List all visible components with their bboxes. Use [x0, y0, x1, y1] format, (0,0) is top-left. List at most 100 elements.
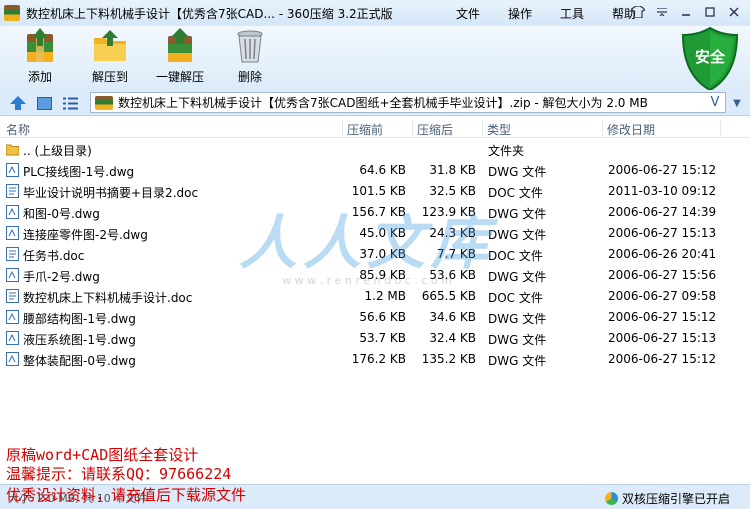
column-divider[interactable]: [412, 120, 413, 136]
file-packed-size: 34.6 KB: [429, 310, 476, 324]
folder-icon: [6, 144, 19, 156]
watermark-url: w w w . r e n r e n d o c . c o m: [282, 274, 452, 287]
title-bar: 数控机床上下料机械手设计【优秀含7张CAD... - 360压缩 3.2正式版 …: [0, 0, 750, 26]
dwg-file-icon: [6, 331, 19, 345]
file-name: .. (上级目录): [23, 144, 92, 158]
delete-button[interactable]: 删除: [218, 28, 282, 86]
security-label: 安全: [694, 48, 725, 66]
one-click-extract-icon: [168, 28, 192, 62]
add-button[interactable]: 添加: [8, 28, 72, 86]
trash-icon: [237, 30, 263, 63]
list-view-icon[interactable]: [62, 95, 78, 111]
add-label: 添加: [27, 70, 52, 84]
file-name: 和图-0号.dwg: [23, 207, 100, 221]
one-click-extract-button[interactable]: 一键解压: [148, 28, 212, 86]
dwg-file-icon: [6, 268, 19, 282]
column-packed[interactable]: 压缩后: [417, 121, 453, 138]
address-field[interactable]: 数控机床上下料机械手设计【优秀含7张CAD图纸+全套机械手毕业设计】.zip -…: [90, 92, 726, 113]
window-title: 数控机床上下料机械手设计【优秀含7张CAD... - 360压缩 3.2正式版: [26, 6, 393, 21]
file-size: 53.7 KB: [359, 331, 406, 345]
file-name: 任务书.doc: [23, 249, 85, 263]
doc-file-icon: [6, 247, 19, 261]
column-type[interactable]: 类型: [487, 121, 511, 138]
menu-file[interactable]: 文件: [442, 5, 494, 22]
add-archive-icon: [27, 28, 53, 62]
dwg-file-icon: [6, 205, 19, 219]
file-name: PLC接线图-1号.dwg: [23, 165, 135, 179]
menu-tools[interactable]: 工具: [546, 5, 598, 22]
file-name: 腰部结构图-1号.dwg: [23, 312, 136, 326]
file-size: 56.6 KB: [359, 310, 406, 324]
column-divider[interactable]: [720, 120, 721, 136]
file-packed-size: 135.2 KB: [421, 352, 476, 366]
dual-core-status: 双核压缩引擎已开启: [604, 490, 730, 507]
column-name[interactable]: 名称: [6, 121, 30, 138]
file-list-header: 名称 压缩前 压缩后 类型 修改日期: [0, 118, 750, 138]
file-size: 64.6 KB: [359, 163, 406, 177]
file-name: 数控机床上下料机械手设计.doc: [23, 291, 193, 305]
file-date: 2006-06-27 15:13: [608, 331, 717, 345]
engine-status-label: 双核压缩引擎已开启: [621, 492, 730, 506]
file-date: 2006-06-26 20:41: [608, 247, 717, 261]
file-date: 2006-06-27 09:58: [608, 289, 717, 303]
address-bar: 数控机床上下料机械手设计【优秀含7张CAD图纸+全套机械手毕业设计】.zip -…: [0, 90, 750, 116]
file-type: 文件夹: [488, 144, 525, 158]
thumbnail-view-icon[interactable]: [36, 95, 52, 111]
file-type: DWG 文件: [488, 165, 547, 179]
table-row[interactable]: 液压系统图-1号.dwg 53.7 KB 32.4 KB DWG 文件 2006…: [0, 328, 750, 349]
minimize-icon[interactable]: [674, 3, 698, 21]
file-packed-size: 31.8 KB: [429, 163, 476, 177]
file-name: 毕业设计说明书摘要+目录2.doc: [23, 186, 199, 200]
address-v-icon[interactable]: V: [705, 95, 725, 110]
watermark: 人人文库 w w w . r e n r e n d o c . c o m: [222, 196, 512, 296]
dwg-file-icon: [6, 226, 19, 240]
column-divider[interactable]: [482, 120, 483, 136]
skin-icon[interactable]: [626, 3, 650, 21]
file-date: 2011-03-10 09:12: [608, 184, 717, 198]
file-name: 手爪-2号.dwg: [23, 270, 100, 284]
security-shield-button[interactable]: 安全: [680, 26, 740, 92]
column-size[interactable]: 压缩前: [347, 121, 383, 138]
file-date: 2006-06-27 15:13: [608, 226, 717, 240]
file-name: 连接座零件图-2号.dwg: [23, 228, 148, 242]
overlay-line-3: 优秀设计资料，请充值后下载源文件: [6, 486, 247, 504]
file-type: DWG 文件: [488, 312, 547, 326]
window-controls: [626, 3, 746, 21]
column-divider[interactable]: [342, 120, 343, 136]
file-date: 2006-06-27 15:12: [608, 352, 717, 366]
up-arrow-icon[interactable]: [10, 95, 26, 111]
delete-label: 删除: [237, 70, 262, 84]
table-row[interactable]: PLC接线图-1号.dwg 64.6 KB 31.8 KB DWG 文件 200…: [0, 160, 750, 181]
file-date: 2006-06-27 15:12: [608, 163, 717, 177]
table-row[interactable]: .. (上级目录) 文件夹: [0, 139, 750, 160]
dwg-file-icon: [6, 310, 19, 324]
app-icon: [4, 5, 20, 21]
zip-archive-icon: [95, 95, 113, 110]
dwg-file-icon: [6, 352, 19, 366]
doc-file-icon: [6, 184, 19, 198]
file-type: DWG 文件: [488, 333, 547, 347]
chevron-down-icon[interactable]: ▼: [728, 94, 746, 112]
file-date: 2006-06-27 14:39: [608, 205, 717, 219]
file-date: 2006-06-27 15:12: [608, 310, 717, 324]
watermark-text: 人人文库: [238, 209, 495, 277]
dropdown-menu-icon[interactable]: [650, 3, 674, 21]
overlay-line-2: 温馨提示：请联系QQ：97666224: [6, 465, 232, 483]
table-row[interactable]: 整体装配图-0号.dwg 176.2 KB 135.2 KB DWG 文件 20…: [0, 349, 750, 370]
file-date: 2006-06-27 15:56: [608, 268, 717, 282]
column-divider[interactable]: [602, 120, 603, 136]
dwg-file-icon: [6, 163, 19, 177]
table-row[interactable]: 腰部结构图-1号.dwg 56.6 KB 34.6 KB DWG 文件 2006…: [0, 307, 750, 328]
file-name: 整体装配图-0号.dwg: [23, 354, 136, 368]
extract-folder-icon: [94, 30, 126, 61]
column-date[interactable]: 修改日期: [607, 121, 655, 138]
engine-icon: [604, 492, 618, 505]
file-name: 液压系统图-1号.dwg: [23, 333, 136, 347]
doc-file-icon: [6, 289, 19, 303]
menu-operation[interactable]: 操作: [494, 5, 546, 22]
extract-to-button[interactable]: 解压到: [78, 28, 142, 86]
file-type: DWG 文件: [488, 354, 547, 368]
file-size: 176.2 KB: [351, 352, 406, 366]
close-icon[interactable]: [722, 3, 746, 21]
maximize-icon[interactable]: [698, 3, 722, 21]
